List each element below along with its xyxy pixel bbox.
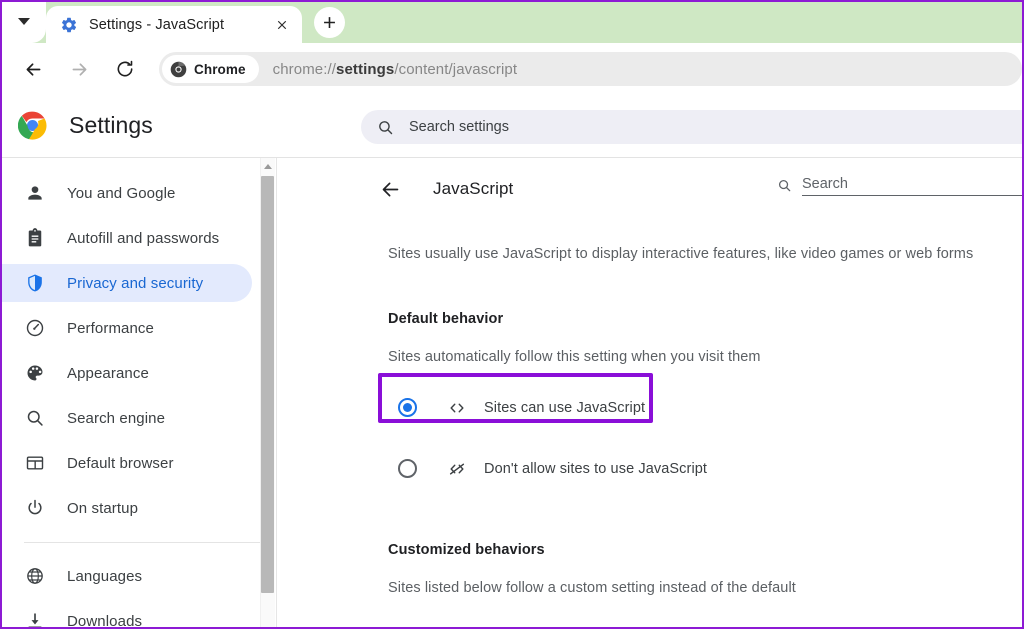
tab-search-button[interactable] (2, 2, 46, 43)
sidebar-item-label: Search engine (67, 409, 166, 427)
forward-button[interactable] (61, 51, 97, 87)
sidebar-divider (24, 542, 260, 543)
content-title: JavaScript (433, 179, 514, 198)
address-bar[interactable]: Chrome chrome://settings/content/javascr… (159, 52, 1022, 86)
javascript-description: Sites usually use JavaScript to display … (388, 246, 974, 262)
sidebar-item-autofill-and-passwords[interactable]: Autofill and passwords (2, 219, 252, 257)
new-tab-button-wrap (302, 2, 356, 43)
sidebar-group-primary: You and Google Autofill and passwords Pr… (2, 158, 260, 629)
page-title: Settings (69, 112, 153, 138)
radio-option-label: Don't allow sites to use JavaScript (484, 460, 708, 477)
url-bold-part: settings (336, 60, 395, 78)
customized-behaviors-heading: Customized behaviors (388, 542, 545, 558)
content-back-button[interactable] (373, 172, 407, 206)
back-button[interactable] (15, 51, 51, 87)
settings-sidebar: You and Google Autofill and passwords Pr… (2, 158, 260, 629)
sidebar-scrollbar-thumb[interactable] (261, 176, 274, 593)
back-arrow-icon (26, 62, 40, 76)
sidebar-item-search-engine[interactable]: Search engine (2, 399, 252, 437)
close-icon[interactable] (270, 13, 294, 37)
search-settings-input[interactable] (409, 119, 1007, 135)
palette-icon (24, 363, 45, 384)
settings-content: JavaScript Search Sites usually use Java… (277, 158, 1022, 627)
globe-icon (24, 566, 45, 587)
speedometer-icon (24, 318, 45, 339)
search-icon (377, 119, 394, 136)
radio-button-selected[interactable] (398, 398, 417, 417)
reload-button[interactable] (107, 51, 143, 87)
sidebar-item-label: Privacy and security (67, 274, 204, 292)
sidebar-item-label: Appearance (67, 364, 149, 382)
chrome-logo-icon (170, 61, 187, 78)
sidebar-item-languages[interactable]: Languages (2, 557, 252, 595)
radio-option-dont-allow-javascript[interactable]: Don't allow sites to use JavaScript (388, 444, 982, 493)
chrome-origin-chip[interactable]: Chrome (162, 55, 259, 83)
sidebar-item-performance[interactable]: Performance (2, 309, 252, 347)
back-arrow-icon (382, 182, 398, 196)
shield-icon (24, 273, 45, 294)
content-search-input[interactable]: Search (802, 176, 1022, 196)
settings-gear-icon (60, 16, 78, 34)
sidebar-item-downloads[interactable]: Downloads (2, 602, 252, 629)
code-slash-icon (446, 458, 468, 480)
new-tab-button[interactable] (313, 7, 345, 38)
tab-title: Settings - JavaScript (89, 16, 225, 33)
chevron-down-icon (18, 18, 30, 25)
default-behavior-heading: Default behavior (388, 311, 504, 327)
customized-behaviors-subtext: Sites listed below follow a custom setti… (388, 580, 796, 596)
sidebar-item-appearance[interactable]: Appearance (2, 354, 252, 392)
search-icon (24, 408, 45, 429)
sidebar-item-on-startup[interactable]: On startup (2, 489, 252, 527)
sidebar-item-label: You and Google (67, 184, 176, 202)
sidebar-item-label: Default browser (67, 454, 174, 472)
sidebar-item-label: On startup (67, 499, 139, 517)
code-icon (446, 397, 468, 419)
sidebar-item-label: Autofill and passwords (67, 229, 220, 247)
url-prefix: chrome:// (272, 60, 337, 78)
chrome-logo-icon (17, 111, 47, 140)
sidebar-item-label: Languages (67, 567, 143, 585)
chrome-chip-label: Chrome (194, 61, 246, 77)
sidebar-item-label: Performance (67, 319, 154, 337)
browser-toolbar: Chrome chrome://settings/content/javascr… (2, 43, 1022, 95)
download-icon (24, 611, 45, 627)
plus-icon (323, 17, 335, 28)
radio-button-unselected[interactable] (398, 459, 417, 478)
sidebar-item-default-browser[interactable]: Default browser (2, 444, 252, 482)
url-suffix: /content/javascript (394, 60, 518, 78)
browser-window: Settings - JavaScript Chrome chrome://se… (0, 0, 1024, 629)
sidebar-item-you-and-google[interactable]: You and Google (2, 174, 252, 212)
person-icon (24, 183, 45, 204)
radio-option-label: Sites can use JavaScript (484, 399, 646, 416)
scroll-up-arrow-icon[interactable] (260, 159, 275, 174)
address-bar-url: chrome://settings/content/javascript (273, 61, 518, 78)
sidebar-item-privacy-and-security[interactable]: Privacy and security (2, 264, 252, 302)
content-search[interactable]: Search (777, 176, 1022, 196)
tab-strip: Settings - JavaScript (2, 2, 1022, 43)
content-header: JavaScript Search (277, 158, 1022, 220)
reload-icon (117, 60, 133, 77)
default-behavior-options: Sites can use JavaScript Don't allow sit… (378, 373, 982, 493)
default-behavior-subtext: Sites automatically follow this setting … (388, 349, 761, 365)
browser-window-icon (24, 453, 45, 474)
settings-search-box[interactable] (361, 110, 1022, 144)
power-icon (24, 498, 45, 519)
radio-option-sites-can-use-javascript[interactable]: Sites can use JavaScript (388, 383, 982, 432)
content-body: Sites usually use JavaScript to display … (277, 246, 1022, 627)
search-icon (777, 178, 792, 193)
browser-tab[interactable]: Settings - JavaScript (46, 6, 302, 43)
clipboard-icon (24, 228, 45, 249)
sidebar-item-label: Downloads (67, 612, 143, 629)
forward-arrow-icon (72, 62, 86, 76)
